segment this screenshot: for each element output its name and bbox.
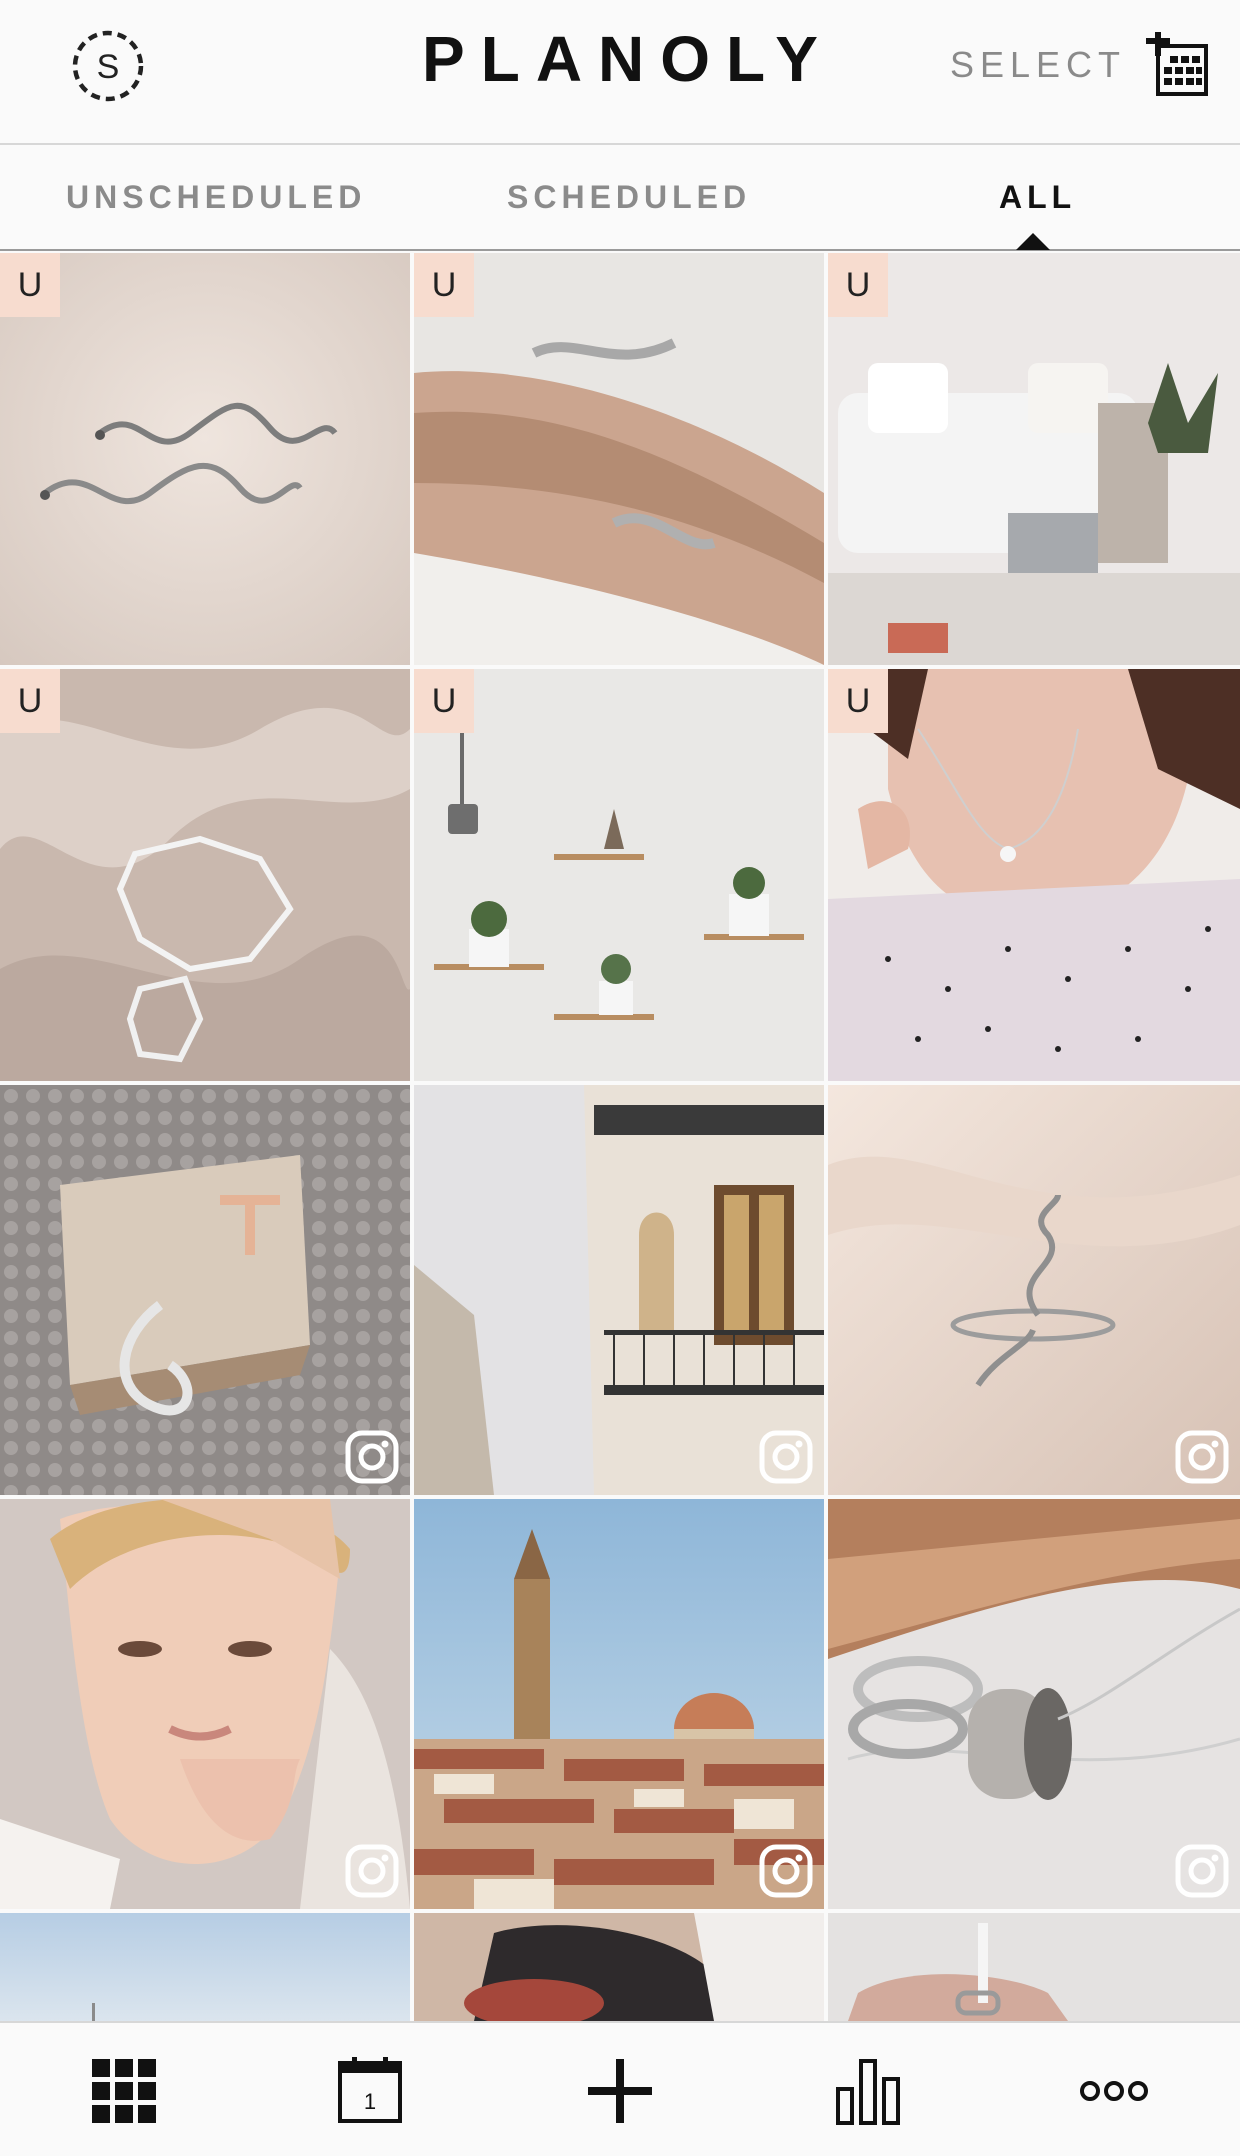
instagram-icon bbox=[1175, 1844, 1229, 1898]
grid-post[interactable]: U bbox=[414, 669, 824, 1081]
grid-post[interactable]: U bbox=[0, 669, 410, 1081]
unscheduled-badge: U bbox=[0, 253, 60, 317]
grid-post[interactable] bbox=[828, 1913, 1240, 2021]
grid-post[interactable] bbox=[414, 1085, 824, 1495]
post-thumbnail bbox=[828, 669, 1240, 1081]
select-control: SELECT bbox=[950, 30, 1212, 100]
instagram-icon bbox=[345, 1430, 399, 1484]
grid-post[interactable] bbox=[828, 1085, 1240, 1495]
analytics-icon[interactable] bbox=[832, 2055, 904, 2127]
unscheduled-badge: U bbox=[0, 669, 60, 733]
grid-post[interactable]: U bbox=[828, 253, 1240, 665]
post-thumbnail bbox=[0, 253, 410, 665]
post-thumbnail bbox=[414, 253, 824, 665]
post-filter-tabs: UNSCHEDULED SCHEDULED ALL bbox=[0, 147, 1240, 251]
calendar-icon[interactable]: 1 bbox=[334, 2055, 406, 2127]
grid-post[interactable]: U bbox=[828, 669, 1240, 1081]
tab-unscheduled[interactable]: UNSCHEDULED bbox=[66, 179, 366, 216]
post-grid: U U U U U U bbox=[0, 253, 1240, 2021]
unscheduled-badge: U bbox=[414, 253, 474, 317]
grid-post[interactable] bbox=[414, 1913, 824, 2021]
grid-icon[interactable] bbox=[88, 2055, 160, 2127]
app-header: S PLANOLY SELECT bbox=[0, 0, 1240, 145]
more-icon[interactable] bbox=[1078, 2055, 1150, 2127]
grid-post[interactable] bbox=[828, 1499, 1240, 1909]
grid-post[interactable]: U bbox=[0, 253, 410, 665]
instagram-icon bbox=[1175, 1430, 1229, 1484]
grid-post[interactable]: U bbox=[414, 253, 824, 665]
unscheduled-badge: U bbox=[828, 669, 888, 733]
post-thumbnail bbox=[828, 1913, 1240, 2021]
grid-post[interactable] bbox=[0, 1913, 410, 2021]
bottom-navigation: 1 bbox=[0, 2021, 1240, 2156]
add-to-grid-icon[interactable] bbox=[1146, 32, 1212, 98]
active-tab-indicator bbox=[1016, 233, 1050, 250]
instagram-icon bbox=[759, 1430, 813, 1484]
tab-all[interactable]: ALL bbox=[999, 179, 1076, 216]
post-thumbnail bbox=[0, 1913, 410, 2021]
post-thumbnail bbox=[0, 669, 410, 1081]
unscheduled-badge: U bbox=[414, 669, 474, 733]
grid-post[interactable] bbox=[0, 1085, 410, 1495]
tab-scheduled[interactable]: SCHEDULED bbox=[507, 179, 751, 216]
select-button[interactable]: SELECT bbox=[950, 44, 1126, 86]
post-thumbnail bbox=[414, 1913, 824, 2021]
unscheduled-badge: U bbox=[828, 253, 888, 317]
instagram-icon bbox=[345, 1844, 399, 1898]
grid-post[interactable] bbox=[414, 1499, 824, 1909]
post-thumbnail bbox=[828, 253, 1240, 665]
instagram-icon bbox=[759, 1844, 813, 1898]
grid-post[interactable] bbox=[0, 1499, 410, 1909]
calendar-day-label: 1 bbox=[364, 2089, 376, 2114]
plus-icon[interactable] bbox=[584, 2055, 656, 2127]
post-thumbnail bbox=[414, 669, 824, 1081]
